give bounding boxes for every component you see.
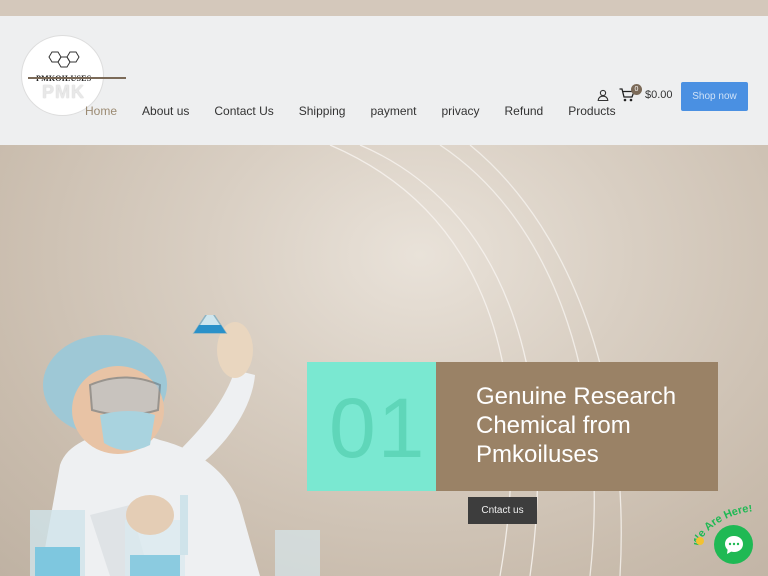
nav-item-contact-us[interactable]: Contact Us <box>214 104 273 118</box>
nav-item-refund[interactable]: Refund <box>505 104 544 118</box>
nav-item-payment[interactable]: payment <box>370 104 416 118</box>
nav-item-shipping[interactable]: Shipping <box>299 104 346 118</box>
cart-count-badge: 0 <box>631 84 642 95</box>
logo-underline <box>28 77 126 79</box>
cart-total[interactable]: $0.00 <box>645 89 673 101</box>
chat-button[interactable] <box>714 525 753 564</box>
nav-item-products[interactable]: Products <box>568 104 615 118</box>
site-header: PMKOILUSES PMK Home About us Contact Us … <box>0 16 768 145</box>
nav-item-about-us[interactable]: About us <box>142 104 189 118</box>
slide-caption-box: Genuine Research Chemical from Pmkoiluse… <box>436 362 718 491</box>
main-nav: Home About us Contact Us Shipping paymen… <box>85 104 641 118</box>
logo-mark: PMK <box>42 82 85 102</box>
slide-number: 01 <box>329 381 427 475</box>
hero-title: Genuine Research Chemical from Pmkoiluse… <box>476 383 677 468</box>
hero-slider: 01 Genuine Research Chemical from Pmkoil… <box>0 145 768 576</box>
user-icon[interactable] <box>597 89 609 101</box>
slide-number-box: 01 <box>307 362 436 491</box>
chat-bubble-icon <box>724 535 743 554</box>
top-strip <box>0 0 768 16</box>
scientist-image <box>30 315 320 576</box>
hexagon-logo-icon <box>48 51 80 68</box>
contact-us-button[interactable]: Cntact us <box>468 497 537 524</box>
nav-item-privacy[interactable]: privacy <box>442 104 480 118</box>
nav-item-home[interactable]: Home <box>85 104 117 118</box>
shop-now-button[interactable]: Shop now <box>681 82 748 111</box>
